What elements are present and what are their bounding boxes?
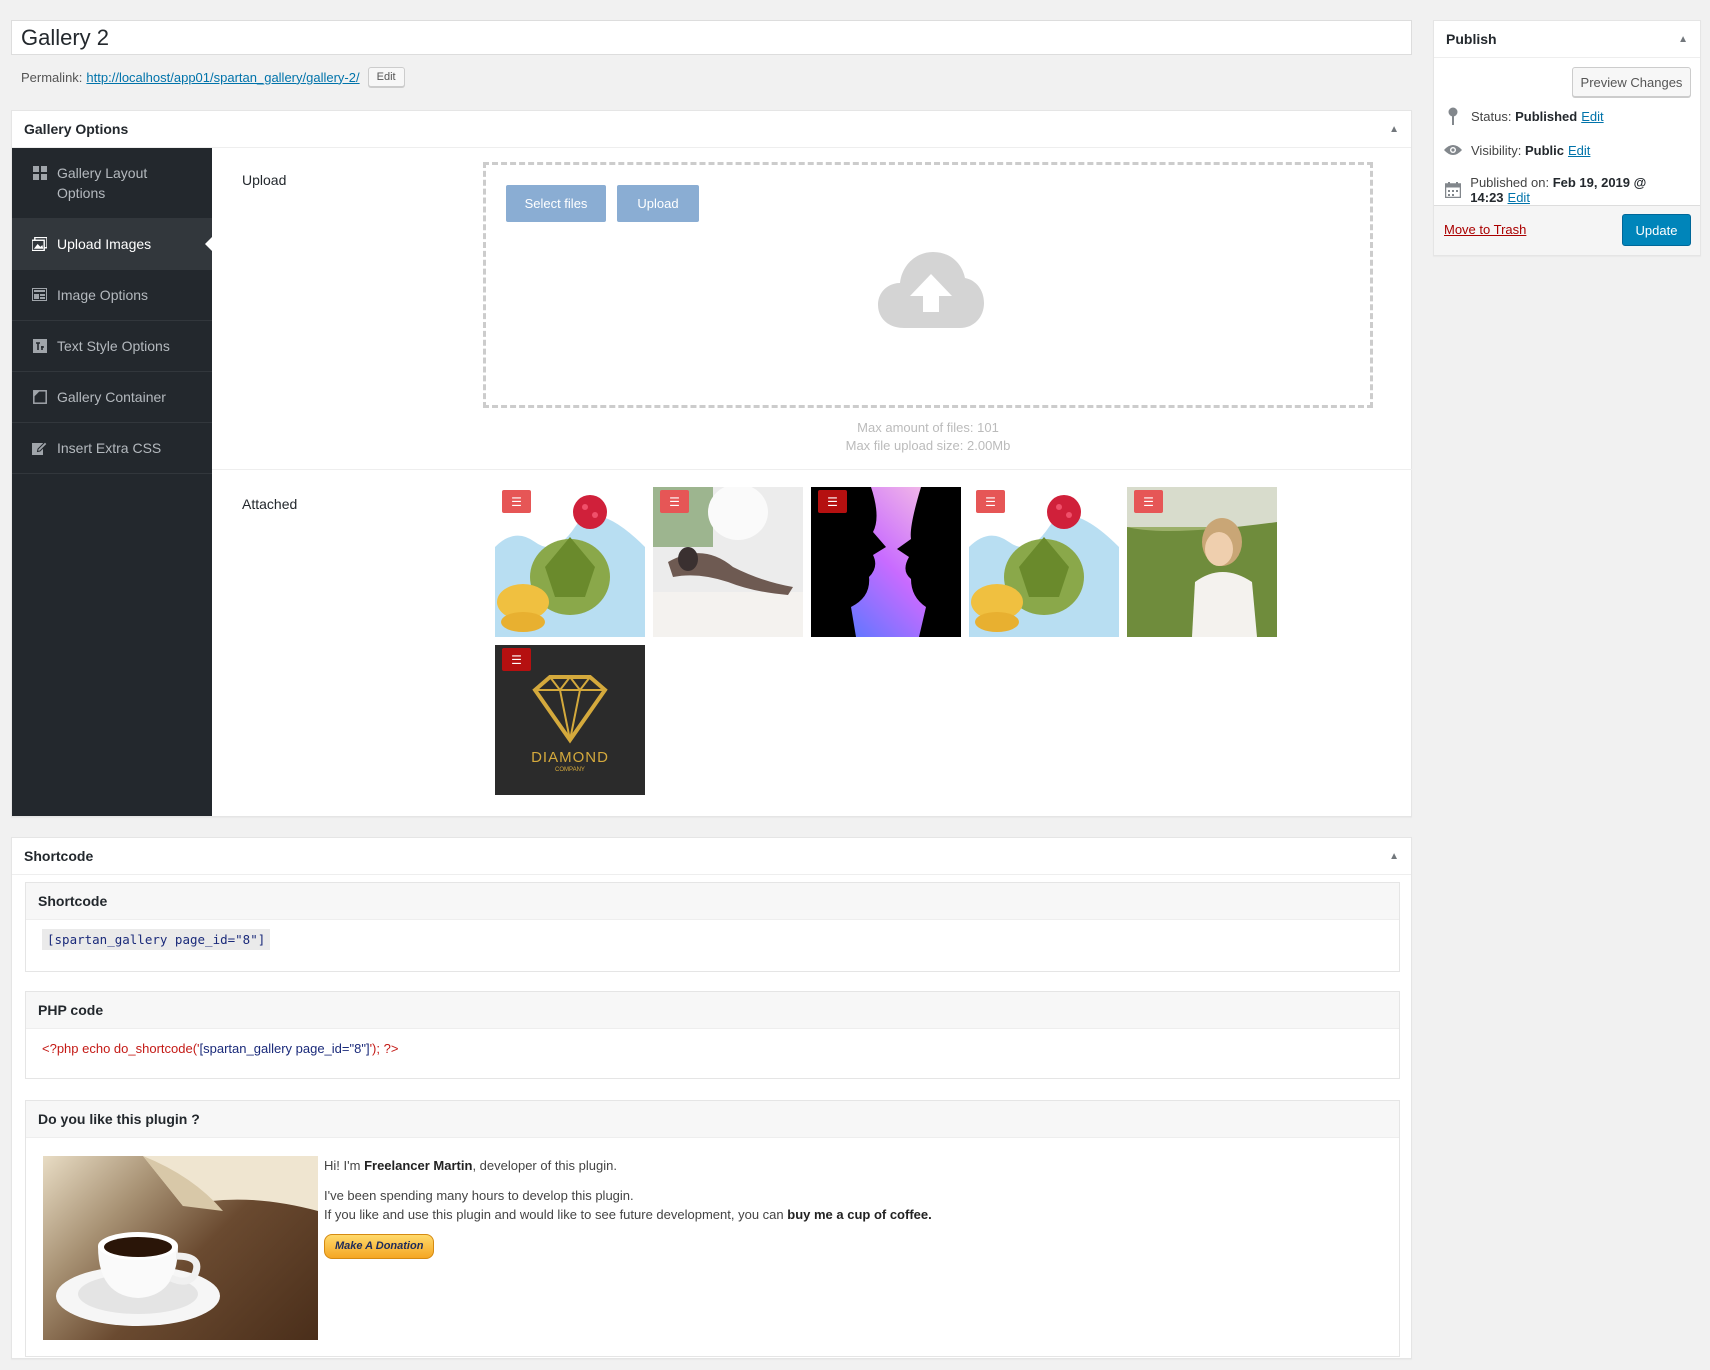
gallery-options-title: Gallery Options [24, 121, 129, 137]
update-button[interactable]: Update [1622, 214, 1691, 246]
collapse-arrow-icon[interactable]: ▲ [1389, 851, 1399, 862]
thumbnail-menu-icon[interactable]: ☰ [660, 490, 689, 513]
max-size-note: Max file upload size: 2.00Mb [845, 438, 1011, 453]
php-code-panel-title: PHP code [26, 992, 1399, 1029]
thumbnail-menu-icon[interactable]: ☰ [1134, 490, 1163, 513]
nav-insert-extra-css[interactable]: Insert Extra CSS [12, 423, 212, 474]
select-files-button[interactable]: Select files [506, 185, 606, 222]
gallery-thumbnail[interactable]: ☰ [969, 487, 1119, 637]
text-style-icon [32, 338, 47, 353]
publish-header[interactable]: Publish ▲ [1434, 21, 1700, 58]
shortcode-panel: Shortcode [spartan_gallery page_id="8"] [25, 882, 1400, 972]
max-files-note: Max amount of files: 101 [857, 420, 999, 435]
thumbnail-menu-icon[interactable]: ☰ [502, 648, 531, 671]
preview-changes-button[interactable]: Preview Changes [1572, 67, 1691, 97]
nav-upload-images[interactable]: Upload Images [12, 219, 212, 270]
move-to-trash-link[interactable]: Move to Trash [1444, 222, 1526, 237]
gallery-options-nav: Gallery Layout Options Upload Images Ima… [12, 148, 212, 816]
publish-title: Publish [1446, 31, 1497, 47]
diamond-logo-subtext: COMPANY [555, 767, 585, 773]
donation-line-1: I've been spending many hours to develop… [324, 1188, 634, 1203]
php-code-panel: PHP code <?php echo do_shortcode('[spart… [25, 991, 1400, 1079]
pin-icon [1444, 107, 1462, 125]
permalink-edit-button[interactable]: Edit [367, 67, 405, 87]
section-divider [212, 469, 1412, 470]
donation-text: Hi! I'm Freelancer Martin, developer of … [324, 1156, 932, 1259]
cloud-upload-icon [878, 252, 984, 328]
images-icon [32, 236, 47, 251]
visibility-edit-link[interactable]: Edit [1568, 143, 1590, 158]
nav-image-options[interactable]: Image Options [12, 270, 212, 321]
gallery-thumbnail[interactable]: ☰ [653, 487, 803, 637]
gallery-thumbnail[interactable]: DIAMOND COMPANY ☰ [495, 645, 645, 795]
published-on-row: Published on: Feb 19, 2019 @ 14:23 Edit [1444, 175, 1700, 205]
grid-icon [32, 165, 47, 180]
thumbnail-menu-icon[interactable]: ☰ [502, 490, 531, 513]
php-code-value[interactable]: <?php echo do_shortcode('[spartan_galler… [26, 1029, 1399, 1068]
post-title-input[interactable]: Gallery 2 [11, 20, 1412, 55]
nav-label: Upload Images [57, 236, 152, 252]
upload-button[interactable]: Upload [617, 185, 699, 222]
permalink-label: Permalink: [21, 69, 83, 85]
nav-gallery-layout-options[interactable]: Gallery Layout Options [12, 148, 212, 219]
layout-icon [32, 287, 47, 302]
gallery-options-header[interactable]: Gallery Options ▲ [12, 111, 1411, 148]
nav-text-style-options[interactable]: Text Style Options [12, 321, 212, 372]
shortcode-box: Shortcode ▲ Shortcode [spartan_gallery p… [11, 837, 1412, 1359]
visibility-value: Public [1524, 142, 1564, 158]
permalink: Permalink: http://localhost/app01/sparta… [21, 67, 405, 87]
nav-label: Insert Extra CSS [57, 440, 162, 456]
coffee-cup-image [43, 1156, 318, 1340]
collapse-arrow-icon[interactable]: ▲ [1389, 124, 1399, 135]
shortcode-panel-title: Shortcode [26, 883, 1399, 920]
status-value: Published [1515, 108, 1578, 124]
gallery-thumbnail[interactable]: ☰ [495, 487, 645, 637]
status-row: Status: Published Edit [1444, 107, 1604, 125]
developer-name: Freelancer Martin [364, 1158, 473, 1173]
thumbnail-menu-icon[interactable]: ☰ [976, 490, 1005, 513]
published-edit-link[interactable]: Edit [1508, 190, 1530, 205]
status-edit-link[interactable]: Edit [1581, 109, 1603, 124]
diamond-logo-text: DIAMOND [531, 749, 609, 766]
publish-actions: Move to Trash Update [1434, 205, 1700, 255]
publish-box: Publish ▲ Preview Changes Status: Publis… [1433, 20, 1701, 256]
visibility-row: Visibility: Public Edit [1444, 141, 1590, 159]
donation-panel-title: Do you like this plugin ? [26, 1101, 1399, 1138]
make-donation-button[interactable]: Make A Donation [324, 1234, 435, 1259]
donation-panel: Do you like this plugin ? Hi! I'm Freela… [25, 1100, 1400, 1357]
upload-label: Upload [242, 172, 287, 188]
gallery-thumbnail[interactable]: ☰ [1127, 487, 1277, 637]
attached-label: Attached [242, 496, 298, 512]
gallery-thumbnail[interactable]: ☰ [811, 487, 961, 637]
permalink-link[interactable]: http://localhost/app01/spartan_gallery/g… [86, 70, 359, 85]
nav-label: Gallery Layout Options [57, 165, 148, 201]
thumbnail-menu-icon[interactable]: ☰ [818, 490, 847, 513]
edit-icon [32, 440, 47, 455]
nav-label: Text Style Options [57, 338, 170, 354]
upload-dropzone[interactable]: Select files Upload [483, 162, 1373, 408]
shortcode-value[interactable]: [spartan_gallery page_id="8"] [42, 929, 271, 950]
shortcode-box-title: Shortcode [24, 848, 94, 864]
eye-icon [1444, 141, 1462, 159]
nav-gallery-container[interactable]: Gallery Container [12, 372, 212, 423]
nav-label: Image Options [57, 287, 149, 303]
calendar-icon [1444, 181, 1461, 199]
container-icon [32, 389, 47, 404]
shortcode-box-header[interactable]: Shortcode ▲ [12, 838, 1411, 875]
nav-label: Gallery Container [57, 389, 166, 405]
collapse-arrow-icon[interactable]: ▲ [1678, 34, 1688, 45]
